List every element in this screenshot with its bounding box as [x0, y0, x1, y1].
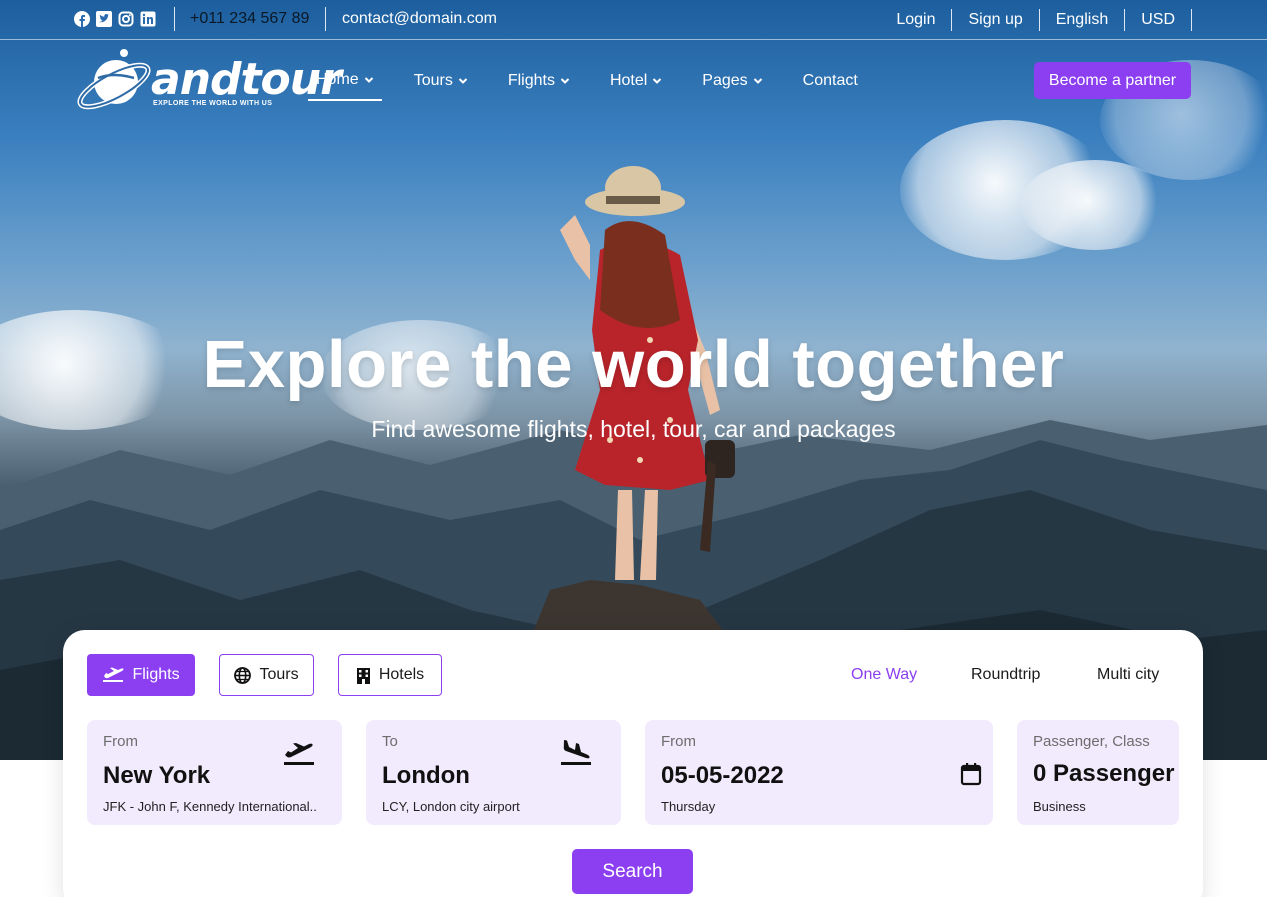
nav-item-contact[interactable]: Contact: [795, 62, 866, 101]
divider: [325, 7, 326, 31]
date-field[interactable]: From 05-05-2022 Thursday: [645, 720, 993, 825]
trip-type-one-way[interactable]: One Way: [851, 666, 917, 684]
search-button[interactable]: Search: [572, 849, 693, 894]
trip-type-multi-city[interactable]: Multi city: [1097, 666, 1159, 684]
chevron-down-icon: [364, 77, 373, 83]
nav-item-home[interactable]: Home: [308, 62, 382, 101]
chevron-down-icon: [458, 78, 468, 84]
nav-item-label: Pages: [702, 72, 748, 89]
from-field[interactable]: From New York JFK - John F, Kennedy Inte…: [87, 720, 342, 825]
social-links: [74, 11, 156, 27]
travel-class: Business: [1033, 799, 1086, 814]
field-label: To: [382, 733, 398, 750]
to-field[interactable]: To London LCY, London city airport: [366, 720, 621, 825]
hero-subtitle: Find awesome flights, hotel, tour, car a…: [371, 416, 896, 442]
divider: [174, 7, 175, 31]
nav-item-label: Flights: [507, 72, 555, 89]
plane-landing-icon: [561, 740, 591, 765]
passenger-count: 0 Passenger: [1033, 760, 1175, 787]
tab-flights[interactable]: Flights: [87, 654, 195, 696]
field-label: Passenger, Class: [1033, 733, 1150, 750]
currency-selector[interactable]: USD: [1125, 9, 1192, 31]
signup-link[interactable]: Sign up: [952, 9, 1040, 31]
departure-weekday: Thursday: [661, 799, 716, 814]
become-partner-button[interactable]: Become a partner: [1034, 62, 1191, 99]
field-label: From: [103, 733, 138, 750]
tab-label: Hotels: [378, 666, 425, 683]
nav-item-label: Contact: [802, 72, 858, 89]
plane-icon: [103, 667, 124, 682]
top-bar: +011 234 567 89 contact@domain.com Login…: [0, 0, 1267, 40]
from-city: New York: [103, 762, 211, 789]
nav-item-pages[interactable]: Pages: [694, 62, 770, 101]
tab-hotels[interactable]: Hotels: [338, 654, 442, 696]
linkedin-icon[interactable]: [140, 11, 156, 27]
account-links: Login Sign up English USD: [880, 0, 1192, 40]
plane-takeoff-icon: [284, 743, 314, 765]
calendar-icon[interactable]: [960, 762, 982, 786]
planet-logo-icon: [77, 49, 151, 110]
cloud-decoration: [1020, 160, 1170, 250]
chevron-down-icon: [753, 78, 762, 84]
brand-tagline: EXPLORE THE WORLD WITH US: [153, 100, 273, 107]
passenger-class-field[interactable]: Passenger, Class 0 Passenger Business: [1017, 720, 1179, 825]
chevron-down-icon: [560, 78, 570, 84]
tab-label: Flights: [132, 666, 180, 683]
tab-tours[interactable]: Tours: [219, 654, 314, 696]
contact-email[interactable]: contact@domain.com: [342, 10, 497, 28]
field-label: From: [661, 733, 696, 750]
twitter-icon[interactable]: [96, 11, 112, 27]
hotel-icon: [356, 667, 370, 684]
login-link[interactable]: Login: [880, 9, 953, 31]
trip-type-roundtrip[interactable]: Roundtrip: [971, 666, 1040, 684]
departure-date: 05-05-2022: [661, 762, 784, 789]
phone-number[interactable]: +011 234 567 89: [190, 10, 309, 28]
globe-icon: [234, 666, 252, 684]
nav-item-label: Tours: [413, 72, 453, 89]
to-city: London: [382, 762, 470, 789]
facebook-icon[interactable]: [74, 11, 90, 27]
nav-item-tours[interactable]: Tours: [406, 62, 476, 101]
tab-label: Tours: [259, 666, 299, 683]
nav-item-flights[interactable]: Flights: [500, 62, 578, 101]
brand-logo[interactable]: andtour EXPLORE THE WORLD WITH US: [74, 48, 342, 114]
nav-item-hotel[interactable]: Hotel: [602, 62, 670, 101]
search-panel: Flights Tours Hotels One Way Roundtrip M…: [63, 630, 1203, 897]
nav-item-label: Home: [316, 71, 359, 88]
chevron-down-icon: [653, 78, 662, 84]
instagram-icon[interactable]: [118, 11, 134, 27]
from-airport: JFK - John F, Kennedy International..: [103, 799, 317, 814]
nav-item-label: Hotel: [609, 72, 648, 89]
to-airport: LCY, London city airport: [382, 799, 520, 814]
hero-title: Explore the world together: [202, 327, 1065, 402]
main-nav: Home Tours Flights Hotel Pages Contact: [308, 62, 890, 101]
language-selector[interactable]: English: [1040, 9, 1126, 31]
